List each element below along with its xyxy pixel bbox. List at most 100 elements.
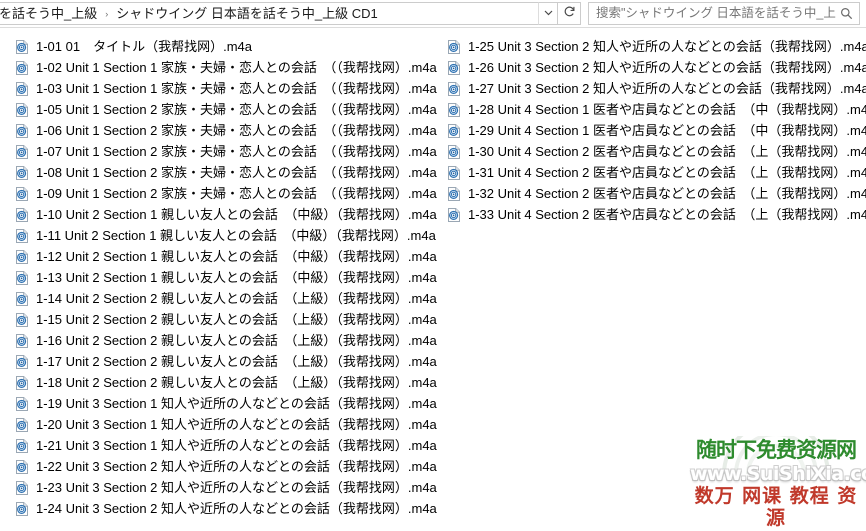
file-list-view[interactable]: 1-01 01 タイトル（我帮找网）.m4a 1-02 Unit 1 Sectio… xyxy=(0,29,866,531)
file-list-item[interactable]: 1-22 Unit 3 Section 2 知人や近所の人などとの会話（我帮找网… xyxy=(14,456,446,477)
file-name-label: 1-09 Unit 1 Section 2 家族・夫婦・恋人との会話 （（我帮找… xyxy=(36,186,437,201)
file-list-item[interactable]: 1-20 Unit 3 Section 1 知人や近所の人などとの会話（我帮找网… xyxy=(14,414,446,435)
file-list-column-left: 1-01 01 タイトル（我帮找网）.m4a 1-02 Unit 1 Sectio… xyxy=(14,36,446,519)
file-name-label: 1-28 Unit 4 Section 1 医者や店員などとの会話 （中（我帮找… xyxy=(468,102,866,117)
file-list-item[interactable]: 1-27 Unit 3 Section 2 知人や近所の人などとの会話（我帮找网… xyxy=(446,78,866,99)
file-name-label: 1-26 Unit 3 Section 2 知人や近所の人などとの会話（我帮找网… xyxy=(468,60,866,75)
audio-file-icon xyxy=(14,207,30,223)
file-list-item[interactable]: 1-30 Unit 4 Section 2 医者や店員などとの会話 （上（我帮找… xyxy=(446,141,866,162)
audio-file-icon xyxy=(14,102,30,118)
file-name-label: 1-15 Unit 2 Section 2 親しい友人との会話 （上級）（我帮找… xyxy=(36,312,437,327)
file-list-item[interactable]: 1-15 Unit 2 Section 2 親しい友人との会話 （上級）（我帮找… xyxy=(14,309,446,330)
file-name-label: 1-01 01 タイトル（我帮找网）.m4a xyxy=(36,39,252,54)
search-input[interactable]: 搜索"シャドウイング 日本語を話そう中_上… xyxy=(596,3,837,24)
file-name-label: 1-08 Unit 1 Section 2 家族・夫婦・恋人との会話 （（我帮找… xyxy=(36,165,437,180)
chevron-down-icon xyxy=(543,5,554,23)
audio-file-icon xyxy=(14,396,30,412)
audio-file-icon xyxy=(14,354,30,370)
file-list-item[interactable]: 1-24 Unit 3 Section 2 知人や近所の人などとの会話（我帮找网… xyxy=(14,498,446,519)
file-list-item[interactable]: 1-25 Unit 3 Section 2 知人や近所の人などとの会話（我帮找网… xyxy=(446,36,866,57)
file-name-label: 1-24 Unit 3 Section 2 知人や近所の人などとの会話（我帮找网… xyxy=(36,501,437,516)
file-list-column-right: 1-25 Unit 3 Section 2 知人や近所の人などとの会話（我帮找网… xyxy=(446,36,866,225)
audio-file-icon xyxy=(14,291,30,307)
audio-file-icon xyxy=(14,480,30,496)
audio-file-icon xyxy=(446,165,462,181)
file-list-item[interactable]: 1-16 Unit 2 Section 2 親しい友人との会話 （上級）（我帮找… xyxy=(14,330,446,351)
audio-file-icon xyxy=(14,249,30,265)
file-name-label: 1-05 Unit 1 Section 2 家族・夫婦・恋人との会話 （（我帮找… xyxy=(36,102,437,117)
audio-file-icon xyxy=(446,102,462,118)
audio-file-icon xyxy=(14,312,30,328)
file-list-item[interactable]: 1-19 Unit 3 Section 1 知人や近所の人などとの会話（我帮找网… xyxy=(14,393,446,414)
search-icon[interactable] xyxy=(837,7,855,20)
file-list-item[interactable]: 1-28 Unit 4 Section 1 医者や店員などとの会話 （中（我帮找… xyxy=(446,99,866,120)
audio-file-icon xyxy=(14,228,30,244)
file-list-item[interactable]: 1-06 Unit 1 Section 2 家族・夫婦・恋人との会話 （（我帮找… xyxy=(14,120,446,141)
file-list-item[interactable]: 1-03 Unit 1 Section 1 家族・夫婦・恋人との会話 （（我帮找… xyxy=(14,78,446,99)
file-list-item[interactable]: 1-21 Unit 3 Section 1 知人や近所の人などとの会話（我帮找网… xyxy=(14,435,446,456)
audio-file-icon xyxy=(446,60,462,76)
refresh-icon xyxy=(563,5,576,23)
file-list-item[interactable]: 1-08 Unit 1 Section 2 家族・夫婦・恋人との会話 （（我帮找… xyxy=(14,162,446,183)
file-name-label: 1-18 Unit 2 Section 2 親しい友人との会話 （上級）（我帮找… xyxy=(36,375,437,390)
explorer-toolbar: を話そう中_上級 › シャドウイング 日本語を話そう中_上級 CD1 搜索"シャ… xyxy=(0,0,866,28)
file-list-item[interactable]: 1-11 Unit 2 Section 1 親しい友人との会話 （中級）（我帮找… xyxy=(14,225,446,246)
audio-file-icon xyxy=(446,186,462,202)
file-list-item[interactable]: 1-18 Unit 2 Section 2 親しい友人との会話 （上級）（我帮找… xyxy=(14,372,446,393)
file-name-label: 1-22 Unit 3 Section 2 知人や近所の人などとの会話（我帮找网… xyxy=(36,459,437,474)
file-name-label: 1-30 Unit 4 Section 2 医者や店員などとの会話 （上（我帮找… xyxy=(468,144,866,159)
breadcrumb-item-current[interactable]: シャドウイング 日本語を話そう中_上級 CD1 xyxy=(113,3,380,24)
file-name-label: 1-19 Unit 3 Section 1 知人や近所の人などとの会話（我帮找网… xyxy=(36,396,437,411)
file-name-label: 1-13 Unit 2 Section 1 親しい友人との会話 （中級）（我帮找… xyxy=(36,270,437,285)
file-list-item[interactable]: 1-29 Unit 4 Section 1 医者や店員などとの会話 （中（我帮找… xyxy=(446,120,866,141)
audio-file-icon xyxy=(14,144,30,160)
audio-file-icon xyxy=(14,375,30,391)
file-name-label: 1-07 Unit 1 Section 2 家族・夫婦・恋人との会話 （（我帮找… xyxy=(36,144,437,159)
file-list-item[interactable]: 1-13 Unit 2 Section 1 親しい友人との会話 （中級）（我帮找… xyxy=(14,267,446,288)
audio-file-icon xyxy=(14,459,30,475)
refresh-button[interactable] xyxy=(558,2,581,25)
file-list-item[interactable]: 1-02 Unit 1 Section 1 家族・夫婦・恋人との会話 （（我帮找… xyxy=(14,57,446,78)
file-name-label: 1-17 Unit 2 Section 2 親しい友人との会話 （上級）（我帮找… xyxy=(36,354,437,369)
file-list-item[interactable]: 1-07 Unit 1 Section 2 家族・夫婦・恋人との会話 （（我帮找… xyxy=(14,141,446,162)
file-list-item[interactable]: 1-05 Unit 1 Section 2 家族・夫婦・恋人との会話 （（我帮找… xyxy=(14,99,446,120)
file-list-item[interactable]: 1-09 Unit 1 Section 2 家族・夫婦・恋人との会話 （（我帮找… xyxy=(14,183,446,204)
file-name-label: 1-29 Unit 4 Section 1 医者や店員などとの会話 （中（我帮找… xyxy=(468,123,866,138)
file-name-label: 1-25 Unit 3 Section 2 知人や近所の人などとの会話（我帮找网… xyxy=(468,39,866,54)
file-list-item[interactable]: 1-23 Unit 3 Section 2 知人や近所の人などとの会話（我帮找网… xyxy=(14,477,446,498)
audio-file-icon xyxy=(446,144,462,160)
file-list-item[interactable]: 1-17 Unit 2 Section 2 親しい友人との会話 （上級）（我帮找… xyxy=(14,351,446,372)
file-name-label: 1-20 Unit 3 Section 1 知人や近所の人などとの会話（我帮找网… xyxy=(36,417,437,432)
file-name-label: 1-03 Unit 1 Section 1 家族・夫婦・恋人との会話 （（我帮找… xyxy=(36,81,437,96)
file-name-label: 1-27 Unit 3 Section 2 知人や近所の人などとの会話（我帮找网… xyxy=(468,81,866,96)
audio-file-icon xyxy=(446,39,462,55)
audio-file-icon xyxy=(14,123,30,139)
file-list-item[interactable]: 1-26 Unit 3 Section 2 知人や近所の人などとの会話（我帮找网… xyxy=(446,57,866,78)
audio-file-icon xyxy=(14,39,30,55)
audio-file-icon xyxy=(446,207,462,223)
file-list-item[interactable]: 1-10 Unit 2 Section 1 親しい友人との会話 （中級）（我帮找… xyxy=(14,204,446,225)
file-name-label: 1-23 Unit 3 Section 2 知人や近所の人などとの会話（我帮找网… xyxy=(36,480,437,495)
file-name-label: 1-12 Unit 2 Section 1 親しい友人との会話 （中級）（我帮找… xyxy=(36,249,437,264)
file-list-item[interactable]: 1-14 Unit 2 Section 2 親しい友人との会話 （上級）（我帮找… xyxy=(14,288,446,309)
file-name-label: 1-33 Unit 4 Section 2 医者や店員などとの会話 （上（我帮找… xyxy=(468,207,866,222)
address-bar[interactable]: を話そう中_上級 › シャドウイング 日本語を話そう中_上級 CD1 xyxy=(0,2,558,25)
file-name-label: 1-10 Unit 2 Section 1 親しい友人との会話 （中級）（我帮找… xyxy=(36,207,437,222)
breadcrumb-item-parent[interactable]: を話そう中_上級 xyxy=(0,3,100,24)
audio-file-icon xyxy=(446,81,462,97)
file-list-item[interactable]: 1-31 Unit 4 Section 2 医者や店員などとの会話 （上（我帮找… xyxy=(446,162,866,183)
audio-file-icon xyxy=(14,165,30,181)
audio-file-icon xyxy=(14,501,30,517)
breadcrumb-separator-icon: › xyxy=(105,8,109,19)
file-name-label: 1-14 Unit 2 Section 2 親しい友人との会話 （上級）（我帮找… xyxy=(36,291,437,306)
audio-file-icon xyxy=(14,438,30,454)
audio-file-icon xyxy=(14,333,30,349)
file-list-item[interactable]: 1-01 01 タイトル（我帮找网）.m4a xyxy=(14,36,446,57)
search-box[interactable]: 搜索"シャドウイング 日本語を話そう中_上… xyxy=(588,2,860,25)
file-list-item[interactable]: 1-12 Unit 2 Section 1 親しい友人との会話 （中級）（我帮找… xyxy=(14,246,446,267)
file-list-item[interactable]: 1-32 Unit 4 Section 2 医者や店員などとの会話 （上（我帮找… xyxy=(446,183,866,204)
audio-file-icon xyxy=(14,186,30,202)
file-list-item[interactable]: 1-33 Unit 4 Section 2 医者や店員などとの会話 （上（我帮找… xyxy=(446,204,866,225)
address-dropdown-button[interactable] xyxy=(538,2,558,25)
file-name-label: 1-32 Unit 4 Section 2 医者や店員などとの会話 （上（我帮找… xyxy=(468,186,866,201)
